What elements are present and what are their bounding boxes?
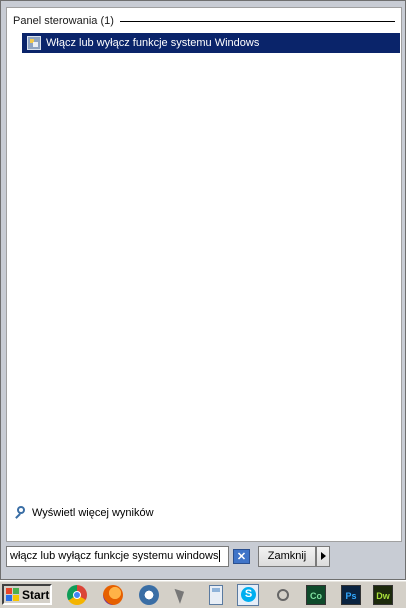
text-caret bbox=[219, 550, 221, 563]
shutdown-button[interactable]: Zamknij bbox=[258, 546, 316, 567]
magnifier-icon bbox=[14, 506, 28, 520]
group-label: Panel sterowania (1) bbox=[13, 15, 114, 27]
more-results-link[interactable]: Wyświetl więcej wyników bbox=[14, 506, 154, 520]
search-input-value: włącz lub wyłącz funkcje systemu windows bbox=[10, 550, 219, 562]
start-menu: Panel sterowania (1) Włącz lub wyłącz fu… bbox=[0, 0, 406, 580]
thunderbird-icon[interactable] bbox=[139, 585, 159, 605]
photoshop-icon[interactable]: Ps bbox=[341, 585, 361, 605]
windows-flag-icon bbox=[6, 587, 20, 602]
search-bar: włącz lub wyłącz funkcje systemu windows… bbox=[6, 546, 402, 568]
group-divider bbox=[119, 20, 395, 22]
dreamweaver-icon[interactable]: Dw bbox=[373, 585, 393, 605]
skype-icon[interactable] bbox=[237, 584, 259, 606]
more-results-label: Wyświetl więcej wyników bbox=[32, 507, 154, 519]
calculator-icon[interactable] bbox=[209, 585, 223, 605]
start-label: Start bbox=[22, 587, 50, 602]
clear-search-button[interactable]: ✕ bbox=[233, 549, 250, 564]
cursor-icon[interactable] bbox=[172, 585, 192, 605]
start-button[interactable]: Start bbox=[2, 584, 52, 605]
result-item-label: Włącz lub wyłącz funkcje systemu Windows bbox=[46, 37, 260, 49]
taskbar: Start Co Ps Dw bbox=[0, 580, 406, 608]
group-header[interactable]: Panel sterowania (1) bbox=[13, 14, 395, 28]
speaker-icon[interactable] bbox=[274, 585, 294, 605]
co-icon[interactable]: Co bbox=[306, 585, 326, 605]
result-item-windows-features[interactable]: Włącz lub wyłącz funkcje systemu Windows bbox=[22, 33, 400, 53]
firefox-icon[interactable] bbox=[103, 585, 123, 605]
shutdown-options-button[interactable] bbox=[316, 546, 330, 567]
search-results-panel: Panel sterowania (1) Włącz lub wyłącz fu… bbox=[6, 7, 402, 542]
search-input[interactable]: włącz lub wyłącz funkcje systemu windows bbox=[6, 546, 229, 567]
chrome-icon[interactable] bbox=[67, 585, 87, 605]
control-panel-icon bbox=[27, 36, 41, 50]
